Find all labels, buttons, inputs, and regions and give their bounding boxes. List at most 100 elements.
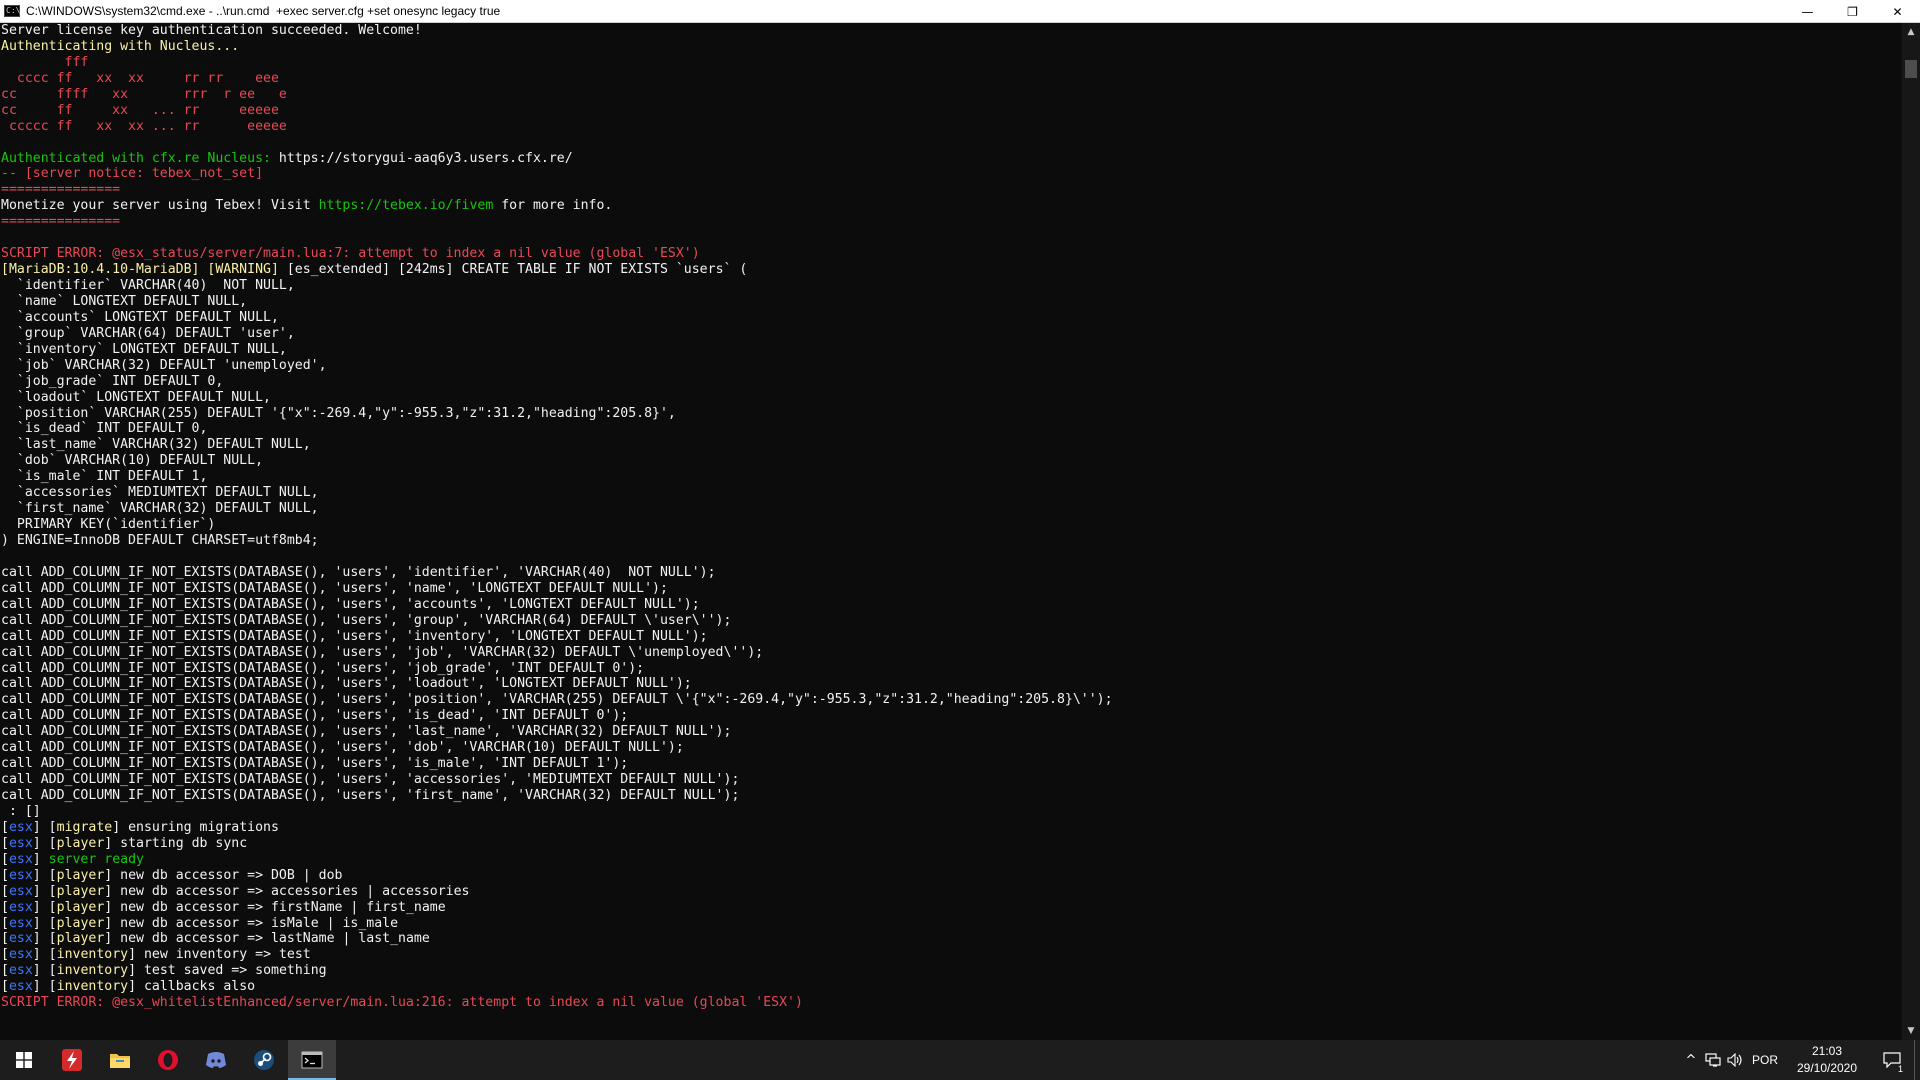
console-text-segment: [	[48, 867, 57, 883]
console-line: call ADD_COLUMN_IF_NOT_EXISTS(DATABASE()…	[1, 629, 1902, 645]
show-hidden-icons-chevron-icon[interactable]: ^	[1680, 1040, 1702, 1080]
discord-icon	[206, 1052, 226, 1068]
console-output[interactable]: Server license key authentication succee…	[0, 23, 1902, 1040]
console-text-segment: inventory	[56, 963, 129, 979]
scroll-up-arrow-icon[interactable]: ▲	[1902, 23, 1920, 41]
taskbar-cmd[interactable]	[288, 1040, 336, 1080]
console-line: Authenticated with cfx.re Nucleus: https…	[1, 151, 1902, 167]
console-text-segment: [	[48, 819, 57, 835]
console-text-segment: call ADD_COLUMN_IF_NOT_EXISTS(DATABASE()…	[1, 612, 732, 628]
console-line: cccc ff xx xx rr rr eee	[1, 71, 1902, 87]
console-text-segment: ccccc ff xx xx ... rr eeeee	[1, 118, 287, 134]
console-line: `job` VARCHAR(32) DEFAULT 'unemployed',	[1, 358, 1902, 374]
taskbar-file-explorer[interactable]	[96, 1040, 144, 1080]
console-line: `is_male` INT DEFAULT 1,	[1, 469, 1902, 485]
console-text-segment: ]	[32, 979, 49, 995]
network-icon[interactable]	[1702, 1040, 1724, 1080]
console-text-segment: server ready	[48, 851, 144, 867]
console-line: Authenticating with Nucleus...	[1, 39, 1902, 55]
console-text-segment: [	[1, 963, 9, 979]
input-language[interactable]: POR	[1746, 1053, 1784, 1067]
console-line: `position` VARCHAR(255) DEFAULT '{"x":-2…	[1, 406, 1902, 422]
network-monitor-icon	[1705, 1053, 1721, 1067]
taskbar-app-red-bolt[interactable]	[48, 1040, 96, 1080]
console-text-segment: esx	[8, 867, 33, 883]
console-text-segment: [	[1, 899, 9, 915]
console-line: Monetize your server using Tebex! Visit …	[1, 198, 1902, 214]
console-text-segment: esx	[8, 883, 33, 899]
vertical-scrollbar[interactable]: ▲ ▼	[1902, 23, 1920, 1040]
start-button[interactable]	[0, 1040, 48, 1080]
console-text-segment: esx	[8, 963, 33, 979]
console-text-segment: [	[1, 915, 9, 931]
console-text-segment: `loadout` LONGTEXT DEFAULT NULL,	[1, 389, 271, 405]
taskbar-opera[interactable]	[144, 1040, 192, 1080]
console-line: `job_grade` INT DEFAULT 0,	[1, 374, 1902, 390]
window-titlebar[interactable]: C:\ C:\WINDOWS\system32\cmd.exe - ..\run…	[0, 0, 1920, 23]
console-text-segment: call ADD_COLUMN_IF_NOT_EXISTS(DATABASE()…	[1, 772, 740, 788]
console-text-segment: for more info.	[493, 198, 613, 214]
console-text-segment: [	[48, 963, 57, 979]
console-line: `dob` VARCHAR(10) DEFAULT NULL,	[1, 453, 1902, 469]
console-text-segment: Authenticated with cfx.re Nucleus:	[1, 150, 279, 166]
console-text-segment: ===============	[1, 182, 121, 198]
console-line: PRIMARY KEY(`identifier`)	[1, 517, 1902, 533]
console-text-segment: inventory	[56, 947, 129, 963]
console-line: [esx] [player] new db accessor => lastNa…	[1, 931, 1902, 947]
volume-icon[interactable]	[1724, 1040, 1746, 1080]
taskbar-steam[interactable]	[240, 1040, 288, 1080]
console-text-segment: [	[48, 915, 57, 931]
console-text-segment: https://tebex.io/fivem	[318, 198, 494, 214]
console-text-segment: `is_dead` INT DEFAULT 0,	[1, 421, 208, 437]
console-line: `group` VARCHAR(64) DEFAULT 'user',	[1, 326, 1902, 342]
console-text-segment: migrate	[56, 819, 113, 835]
console-text-segment: `accounts` LONGTEXT DEFAULT NULL,	[1, 309, 279, 325]
show-desktop-button[interactable]	[1914, 1040, 1920, 1080]
console-text-segment: [	[1, 851, 9, 867]
console-text-segment: player	[56, 835, 105, 851]
console-line: cc ffff xx rrr r ee e	[1, 87, 1902, 103]
console-line: ccccc ff xx xx ... rr eeeee	[1, 119, 1902, 135]
windows-logo-icon	[16, 1052, 32, 1068]
console-line: `first_name` VARCHAR(32) DEFAULT NULL,	[1, 501, 1902, 517]
console-line: call ADD_COLUMN_IF_NOT_EXISTS(DATABASE()…	[1, 772, 1902, 788]
console-text-segment: [	[48, 979, 57, 995]
console-text-segment: : []	[1, 803, 41, 819]
console-line: [MariaDB:10.4.10-MariaDB] [WARNING] [es_…	[1, 262, 1902, 278]
console-text-segment: [	[48, 931, 57, 947]
console-text-segment: ] test saved => something	[128, 963, 327, 979]
console-line: [esx] [player] new db accessor => DOB | …	[1, 868, 1902, 884]
scroll-down-arrow-icon[interactable]: ▼	[1902, 1022, 1920, 1040]
console-text-segment: ] callbacks also	[128, 979, 256, 995]
console-text-segment: player	[56, 867, 105, 883]
scroll-thumb[interactable]	[1905, 60, 1917, 79]
cmd-icon: C:\	[4, 5, 21, 17]
clock[interactable]: 21:03 29/10/2020	[1784, 1043, 1870, 1077]
console-text-segment: `group` VARCHAR(64) DEFAULT 'user',	[1, 325, 295, 341]
console-line: call ADD_COLUMN_IF_NOT_EXISTS(DATABASE()…	[1, 692, 1902, 708]
taskbar: ^ POR 21:03 29/10/2020 1	[0, 1040, 1920, 1080]
console-text-segment: [	[1, 883, 9, 899]
console-line: `identifier` VARCHAR(40) NOT NULL,	[1, 278, 1902, 294]
console-text-segment: fff	[1, 54, 89, 70]
taskbar-discord[interactable]	[192, 1040, 240, 1080]
restore-button[interactable]: ❐	[1830, 0, 1875, 23]
console-line: [esx] [player] new db accessor => isMale…	[1, 916, 1902, 932]
console-text-segment: call ADD_COLUMN_IF_NOT_EXISTS(DATABASE()…	[1, 628, 708, 644]
console-line: call ADD_COLUMN_IF_NOT_EXISTS(DATABASE()…	[1, 740, 1902, 756]
console-text-segment: `last_name` VARCHAR(32) DEFAULT NULL,	[1, 437, 311, 453]
minimize-button[interactable]: —	[1785, 0, 1830, 23]
console-text-segment: [	[1, 819, 9, 835]
console-text-segment: `inventory` LONGTEXT DEFAULT NULL,	[1, 341, 287, 357]
console-text-segment: `is_male` INT DEFAULT 1,	[1, 469, 208, 485]
console-text-segment: esx	[8, 947, 33, 963]
console-line: ===============	[1, 182, 1902, 198]
opera-icon	[158, 1050, 178, 1070]
console-text-segment: ]	[32, 835, 49, 851]
console-line: SCRIPT ERROR: @esx_status/server/main.lu…	[1, 246, 1902, 262]
console-text-segment: [MariaDB:10.4.10-MariaDB] [WARNING]	[1, 262, 287, 278]
action-center-button[interactable]: 1	[1870, 1040, 1914, 1080]
console-text-segment: ]	[32, 947, 49, 963]
close-button[interactable]: ✕	[1875, 0, 1920, 23]
